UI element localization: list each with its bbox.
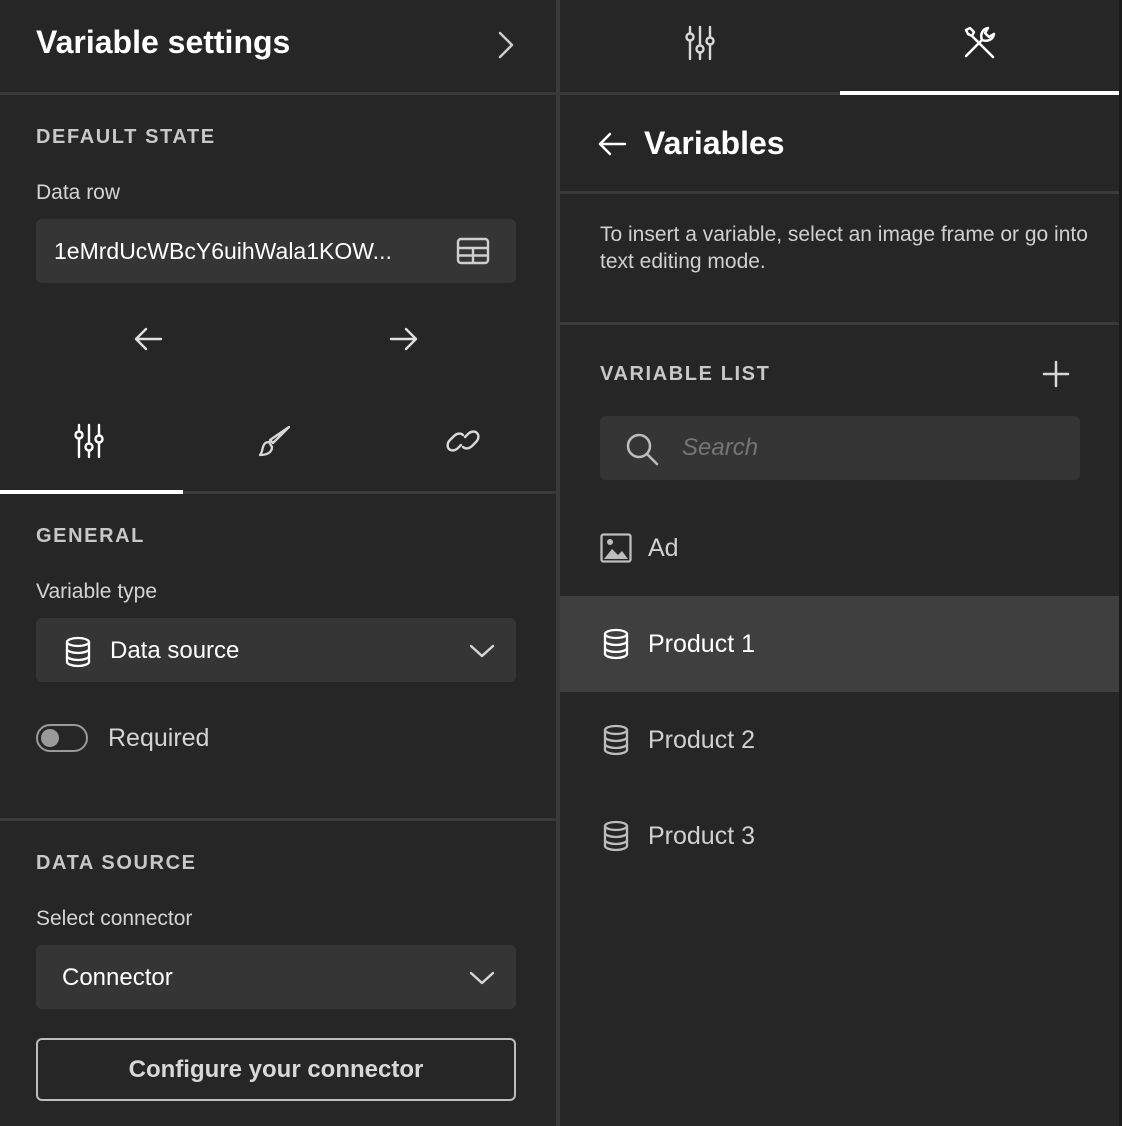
tab-properties[interactable] (0, 400, 183, 490)
variable-item-product-2[interactable]: Product 2 (560, 692, 1119, 788)
variable-item-product-3[interactable]: Product 3 (560, 788, 1119, 884)
database-icon (64, 636, 92, 668)
variable-settings-panel: Variable settings DEFAULT STATE Data row… (0, 0, 556, 1126)
image-icon (600, 533, 632, 563)
tools-icon (962, 24, 998, 60)
variable-type-select[interactable]: Data source (36, 618, 516, 682)
configure-connector-button[interactable]: Configure your connector (36, 1038, 516, 1101)
search-input[interactable] (682, 430, 1062, 466)
add-variable-plus-icon[interactable] (1042, 360, 1070, 388)
general-heading: GENERAL (36, 525, 145, 547)
toggle-knob (41, 729, 59, 747)
variable-item-ad[interactable]: Ad (560, 500, 1119, 596)
database-icon (602, 724, 630, 756)
required-label: Required (108, 724, 210, 752)
table-icon[interactable] (456, 237, 490, 265)
select-connector-label: Select connector (36, 907, 193, 930)
data-row-field[interactable]: 1eMrdUcWBcY6uihWala1KOW... (36, 219, 516, 283)
variables-title: Variables (644, 125, 785, 161)
divider (560, 191, 1119, 194)
previous-row-arrow-icon[interactable] (132, 325, 164, 353)
variable-type-label: Variable type (36, 580, 158, 603)
insert-hint-text: To insert a variable, select an image fr… (600, 223, 1088, 273)
next-row-arrow-icon[interactable] (388, 325, 420, 353)
link-icon (446, 426, 480, 456)
divider (560, 322, 1119, 325)
search-field[interactable] (600, 416, 1080, 480)
search-icon (624, 431, 660, 467)
tab-tools[interactable] (840, 0, 1119, 93)
active-tab-indicator (840, 91, 1119, 95)
database-icon (602, 628, 630, 660)
divider (0, 818, 556, 821)
tab-style[interactable] (183, 400, 368, 490)
database-icon (602, 820, 630, 852)
chevron-down-icon (468, 642, 496, 660)
divider (0, 92, 556, 95)
data-source-heading: DATA SOURCE (36, 852, 197, 874)
chevron-down-icon (468, 969, 496, 987)
chevron-right-icon[interactable] (494, 30, 518, 60)
default-state-heading: DEFAULT STATE (36, 126, 216, 148)
divider (560, 92, 840, 95)
variable-list-heading: VARIABLE LIST (600, 363, 771, 385)
variable-type-value: Data source (110, 637, 240, 664)
required-toggle[interactable] (36, 724, 88, 752)
tab-link[interactable] (368, 400, 556, 490)
variable-name: Ad (648, 534, 679, 562)
variable-name: Product 2 (648, 726, 756, 754)
divider (183, 491, 556, 494)
connector-value: Connector (62, 964, 173, 991)
back-arrow-icon[interactable] (596, 130, 628, 158)
sliders-icon (684, 25, 716, 61)
active-tab-indicator (0, 490, 183, 494)
variable-name: Product 3 (648, 822, 756, 850)
connector-select[interactable]: Connector (36, 945, 516, 1009)
variable-item-product-1[interactable]: Product 1 (560, 596, 1119, 692)
panel-title: Variable settings (36, 24, 291, 60)
data-row-label: Data row (36, 181, 121, 204)
data-row-value: 1eMrdUcWBcY6uihWala1KOW... (54, 238, 392, 264)
sliders-icon (73, 423, 105, 459)
tab-properties[interactable] (560, 0, 840, 93)
variables-panel: Variables To insert a variable, select a… (560, 0, 1119, 1126)
variable-name: Product 1 (648, 630, 756, 658)
brush-icon (258, 424, 292, 458)
